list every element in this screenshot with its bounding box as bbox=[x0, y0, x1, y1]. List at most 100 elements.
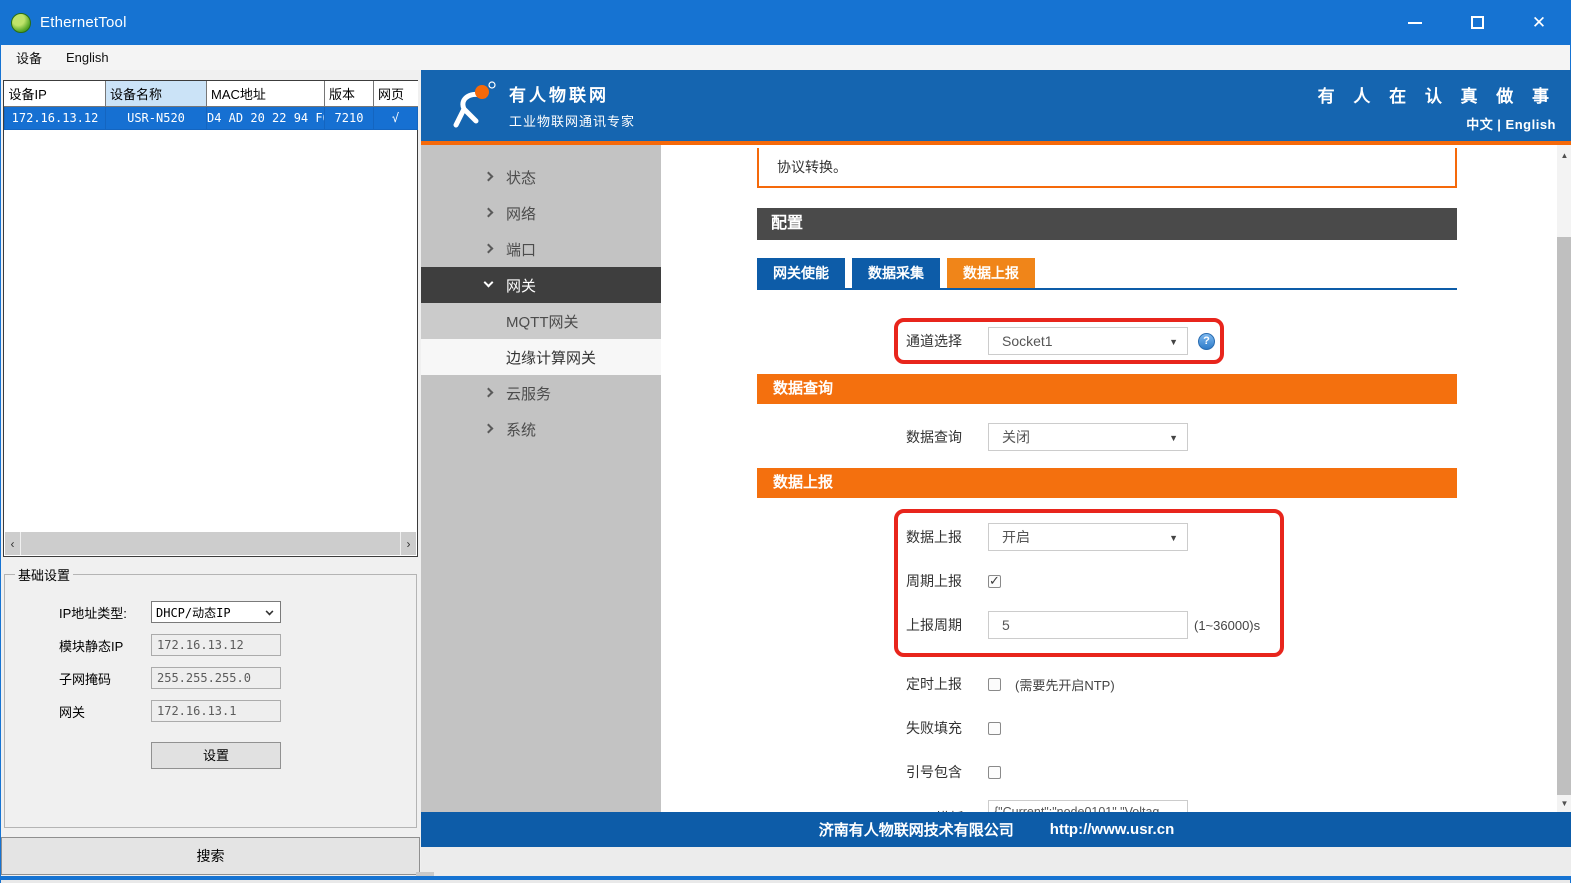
col-header-device-name[interactable]: 设备名称 bbox=[106, 81, 207, 107]
sidebar-item-label: MQTT网关 bbox=[506, 311, 579, 332]
scroll-down-arrow[interactable]: ▼ bbox=[1557, 795, 1571, 811]
sidebar-item-label: 云服务 bbox=[506, 383, 551, 404]
gateway-field[interactable]: 172.16.13.1 bbox=[151, 700, 281, 722]
cycle-report-checkbox[interactable] bbox=[988, 575, 1001, 588]
minimize-button[interactable] bbox=[1384, 0, 1446, 45]
search-button[interactable]: 搜索 bbox=[1, 837, 420, 875]
table-row[interactable]: 172.16.13.12 USR-N520 D4 AD 20 22 94 F0 … bbox=[5, 107, 418, 130]
tab-data-report[interactable]: 数据上报 bbox=[947, 258, 1035, 288]
ip-type-label: IP地址类型: bbox=[59, 603, 151, 622]
subnet-mask-field[interactable]: 255.255.255.0 bbox=[151, 667, 281, 689]
fail-fill-checkbox[interactable] bbox=[988, 722, 1001, 735]
header-slogan: 有 人 在 认 真 做 事 bbox=[1318, 82, 1556, 107]
data-report-select[interactable]: 开启 ▼ bbox=[988, 523, 1188, 551]
vscroll-thumb[interactable] bbox=[1557, 237, 1571, 795]
web-link-icon[interactable]: √ bbox=[374, 107, 418, 130]
sidebar-item-gateway[interactable]: 网关 bbox=[421, 267, 661, 303]
description-box: 协议转换。 bbox=[757, 148, 1457, 188]
web-brand-subtitle: 工业物联网通讯专家 bbox=[509, 111, 635, 130]
sidebar-item-status[interactable]: 状态 bbox=[421, 159, 661, 195]
web-sidebar: 状态 网络 端口 网关 MQTT网关 边缘计算网关 云服务 系统 bbox=[421, 145, 661, 812]
cell-mac[interactable]: D4 AD 20 22 94 F0 bbox=[207, 107, 325, 130]
col-header-version[interactable]: 版本 bbox=[325, 81, 374, 107]
config-section-header: 配置 bbox=[757, 208, 1457, 240]
menu-item-english[interactable]: English bbox=[54, 45, 121, 70]
basic-settings-group: 基础设置 IP地址类型: DHCP/动态IP 模块静态IP 172.16.13.… bbox=[4, 565, 417, 828]
web-brand-title: 有人物联网 bbox=[509, 81, 635, 106]
footer-company: 济南有人物联网技术有限公司 bbox=[819, 819, 1014, 840]
col-header-mac[interactable]: MAC地址 bbox=[207, 81, 325, 107]
timed-report-label: 定时上报 bbox=[906, 674, 968, 694]
language-switch[interactable]: 中文 | English bbox=[1318, 114, 1556, 133]
scroll-left-arrow[interactable]: ‹ bbox=[5, 532, 20, 555]
data-report-section-header: 数据上报 bbox=[757, 468, 1457, 498]
basic-settings-title: 基础设置 bbox=[15, 565, 73, 584]
menu-bar: 设备 English bbox=[1, 45, 1570, 70]
sidebar-item-cloud[interactable]: 云服务 bbox=[421, 375, 661, 411]
sidebar-item-mqtt-gateway[interactable]: MQTT网关 bbox=[421, 303, 661, 339]
col-header-device-ip[interactable]: 设备IP bbox=[5, 81, 106, 107]
app-icon bbox=[11, 13, 31, 33]
data-query-select[interactable]: 关闭 ▼ bbox=[988, 423, 1188, 451]
chevron-right-icon bbox=[484, 172, 494, 182]
timed-report-checkbox[interactable] bbox=[988, 678, 1001, 691]
cell-version[interactable]: 7210 bbox=[325, 107, 374, 130]
footer-url[interactable]: http://www.usr.cn bbox=[1050, 821, 1174, 838]
tab-data-collect[interactable]: 数据采集 bbox=[852, 258, 940, 288]
channel-select[interactable]: Socket1 ▼ bbox=[988, 327, 1188, 355]
cell-device-ip[interactable]: 172.16.13.12 bbox=[5, 107, 106, 130]
web-header: 有人物联网 工业物联网通讯专家 有 人 在 认 真 做 事 中文 | Engli… bbox=[421, 70, 1571, 145]
dropdown-arrow-icon: ▼ bbox=[1169, 337, 1178, 347]
dropdown-arrow-icon: ▼ bbox=[1169, 433, 1178, 443]
maximize-button[interactable] bbox=[1446, 0, 1508, 45]
maximize-icon bbox=[1471, 16, 1484, 29]
device-list-hscrollbar[interactable]: ‹ › bbox=[5, 532, 416, 555]
data-query-value: 关闭 bbox=[1002, 427, 1030, 447]
scroll-up-arrow[interactable]: ▲ bbox=[1557, 147, 1571, 163]
data-report-label: 数据上报 bbox=[906, 527, 968, 547]
cycle-report-label: 周期上报 bbox=[906, 571, 968, 591]
sidebar-item-port[interactable]: 端口 bbox=[421, 231, 661, 267]
chevron-right-icon bbox=[484, 208, 494, 218]
chevron-right-icon bbox=[484, 424, 494, 434]
sidebar-item-system[interactable]: 系统 bbox=[421, 411, 661, 447]
menu-item-device[interactable]: 设备 bbox=[1, 45, 54, 70]
minimize-icon bbox=[1408, 22, 1422, 24]
sidebar-item-network[interactable]: 网络 bbox=[421, 195, 661, 231]
sidebar-item-label: 系统 bbox=[506, 419, 536, 440]
set-button[interactable]: 设置 bbox=[151, 742, 281, 769]
sidebar-item-label: 网络 bbox=[506, 203, 536, 224]
static-ip-field[interactable]: 172.16.13.12 bbox=[151, 634, 281, 656]
data-query-label: 数据查询 bbox=[906, 427, 968, 447]
col-header-web[interactable]: 网页 bbox=[374, 81, 418, 107]
window-title: EthernetTool bbox=[40, 14, 127, 31]
device-table: 设备IP 设备名称 MAC地址 版本 网页 172.16.13.12 USR-N… bbox=[4, 81, 418, 130]
cell-device-name[interactable]: USR-N520 bbox=[106, 107, 207, 130]
fail-fill-label: 失败填充 bbox=[906, 718, 968, 738]
dropdown-arrow-icon: ▼ bbox=[1169, 533, 1178, 543]
ip-type-select[interactable]: DHCP/动态IP bbox=[151, 601, 281, 623]
chevron-down-icon bbox=[266, 608, 274, 616]
report-period-input[interactable]: 5 bbox=[988, 611, 1188, 639]
sidebar-item-label: 网关 bbox=[506, 275, 536, 296]
web-header-logo: 有人物联网 工业物联网通讯专家 bbox=[451, 81, 635, 131]
json-template-textarea[interactable]: {"Current":"node0101","Voltage":"node010… bbox=[988, 800, 1188, 812]
app-window: EthernetTool ✕ 设备 English 设备IP 设备名称 MAC地… bbox=[0, 0, 1571, 883]
sidebar-item-edge-gateway[interactable]: 边缘计算网关 bbox=[421, 339, 661, 375]
static-ip-label: 模块静态IP bbox=[59, 636, 151, 655]
content-vscrollbar[interactable]: ▲ ▼ bbox=[1557, 145, 1571, 812]
close-icon: ✕ bbox=[1532, 14, 1546, 31]
chevron-right-icon bbox=[484, 388, 494, 398]
scroll-right-arrow[interactable]: › bbox=[401, 532, 416, 555]
web-config-panel: 有人物联网 工业物联网通讯专家 有 人 在 认 真 做 事 中文 | Engli… bbox=[421, 70, 1571, 876]
report-highlight-box: 数据上报 开启 ▼ 周期上报 bbox=[894, 509, 1284, 657]
sidebar-item-label: 边缘计算网关 bbox=[506, 347, 596, 368]
sidebar-item-label: 状态 bbox=[506, 167, 536, 188]
device-panel: 设备IP 设备名称 MAC地址 版本 网页 172.16.13.12 USR-N… bbox=[1, 70, 421, 876]
close-button[interactable]: ✕ bbox=[1508, 0, 1570, 45]
help-icon[interactable]: ? bbox=[1198, 333, 1215, 350]
quote-include-checkbox[interactable] bbox=[988, 766, 1001, 779]
tab-gateway-enable[interactable]: 网关使能 bbox=[757, 258, 845, 288]
web-footer: 济南有人物联网技术有限公司 http://www.usr.cn bbox=[421, 812, 1571, 847]
hscroll-thumb[interactable] bbox=[21, 532, 400, 555]
